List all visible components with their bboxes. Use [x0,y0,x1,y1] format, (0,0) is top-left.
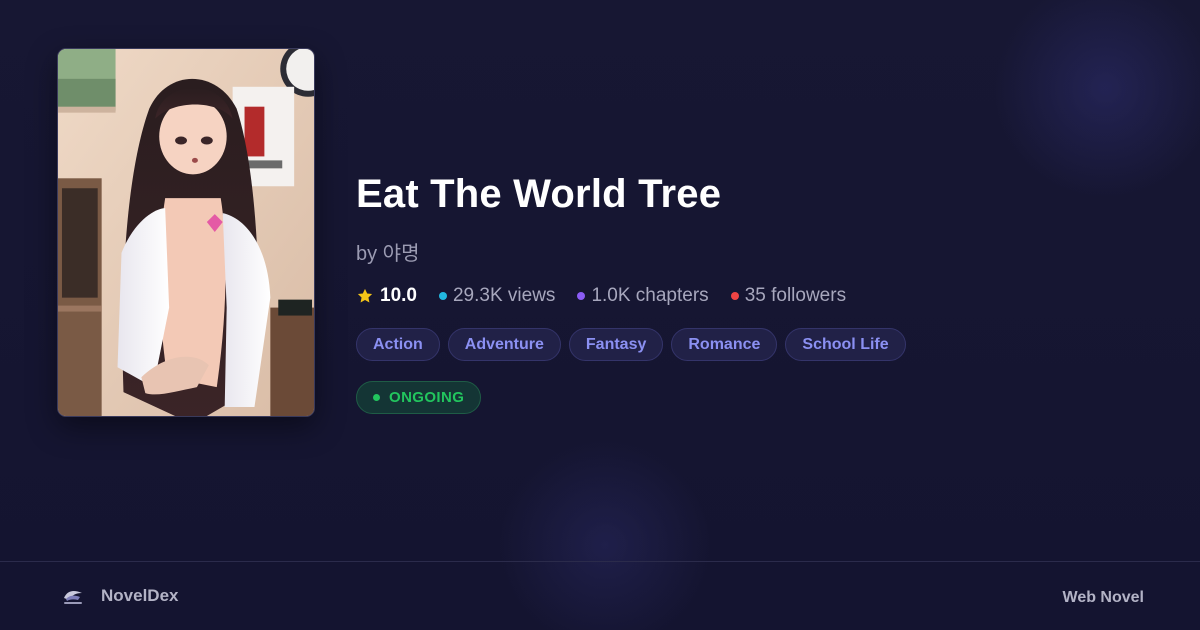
followers-dot-icon [730,292,739,300]
novel-author: by 야명 [356,243,420,265]
rating-stat: 10.0 [356,285,417,307]
views-stat: 29.3K views [438,285,556,307]
footer: NovelDex Web Novel [0,561,1200,630]
novel-title: Eat The World Tree [356,172,722,216]
tag-romance[interactable]: Romance [671,328,778,361]
genre-tags: Action Adventure Fantasy Romance School … [356,328,906,361]
chapters-stat: 1.0K chapters [577,285,709,307]
brand[interactable]: NovelDex [61,584,178,608]
status-badge: ONGOING [356,381,482,414]
category-label: Web Novel [1062,589,1145,606]
brand-name: NovelDex [101,586,179,605]
cover-image[interactable] [57,48,315,417]
chapters-value: 1.0K chapters [591,285,709,306]
followers-stat: 35 followers [730,285,847,307]
og-card: Eat The World Tree by 야명 10.0 29.3K view… [0,0,1200,630]
stats-row: 10.0 29.3K views 1.0K chapters 35 follow… [356,284,846,308]
tag-adventure[interactable]: Adventure [447,328,561,361]
tag-fantasy[interactable]: Fantasy [568,328,664,361]
views-value: 29.3K views [452,285,556,306]
noveldex-logo-icon [64,590,82,604]
rating-value: 10.0 [380,285,417,306]
status-label: ONGOING [389,389,465,406]
status-dot-icon [373,394,380,401]
views-dot-icon [438,292,447,300]
tag-school-life[interactable]: School Life [785,328,906,361]
star-icon [357,288,373,303]
cover-illustration [58,49,314,416]
chapters-dot-icon [577,292,586,300]
followers-value: 35 followers [744,285,847,306]
tag-action[interactable]: Action [356,328,440,361]
